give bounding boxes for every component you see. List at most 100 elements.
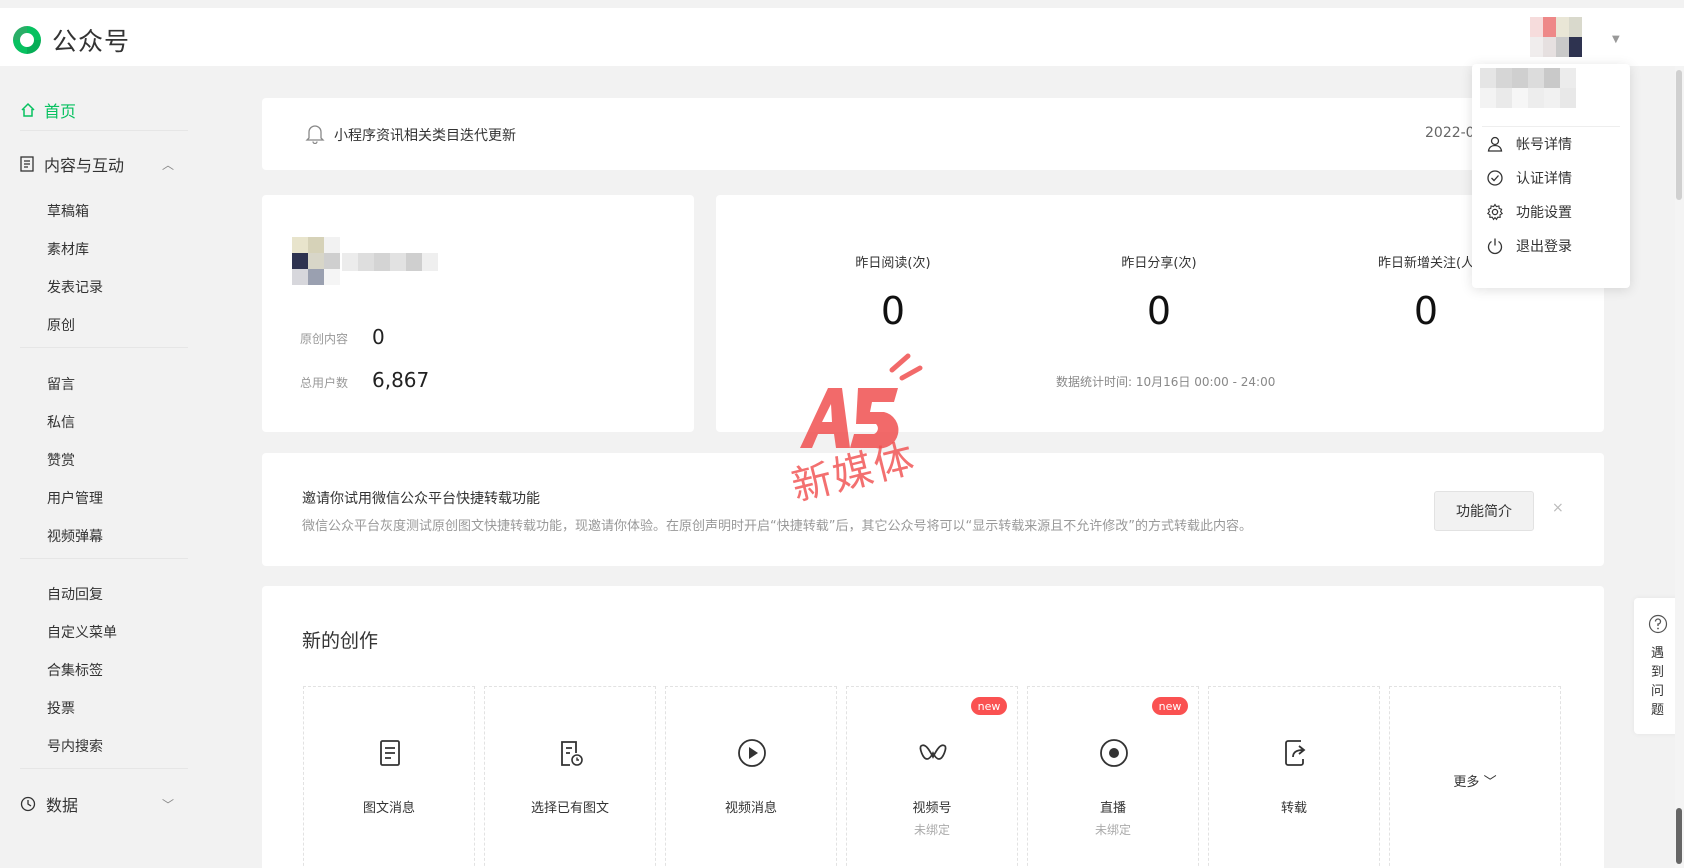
repost-tile[interactable]: 转载 — [1208, 686, 1380, 868]
sidebar-item-rewards[interactable]: 赞赏 — [47, 450, 75, 470]
sidebar-item-original[interactable]: 原创 — [47, 315, 75, 335]
menu-item-label: 功能设置 — [1516, 205, 1572, 221]
chevron-down-icon[interactable]: ▼ — [1612, 34, 1620, 45]
tile-label: 转载 — [1280, 801, 1307, 816]
help-label: 遇到问题 — [1651, 646, 1665, 718]
more-toggle[interactable]: 更多 ﹀ — [1390, 771, 1560, 790]
home-icon — [21, 102, 35, 117]
sidebar-item-publish-records[interactable]: 发表记录 — [47, 277, 103, 297]
sidebar-item-users[interactable]: 用户管理 — [47, 488, 103, 508]
channels-tile[interactable]: new 视频号 未绑定 — [846, 686, 1018, 868]
play-icon — [738, 739, 766, 767]
tile-label: 视频号 — [912, 801, 952, 816]
new-creation-card: 新的创作 图文消息 选择已有图文 视频消息 new 视频号 未绑定 new 直播… — [262, 586, 1604, 868]
account-dropdown-menu: 帐号详情 认证详情 功能设置 退出登录 — [1472, 64, 1630, 288]
section-title: 新的创作 — [302, 630, 379, 652]
tile-status: 未绑定 — [913, 823, 950, 837]
article-icon — [380, 740, 400, 766]
sidebar-item-collection-tags[interactable]: 合集标签 — [47, 660, 103, 680]
sidebar: 首页 内容与互动 ︿ 草稿箱 素材库 发表记录 原创 留言 私信 赞赏 用户管理… — [0, 66, 220, 868]
stat-value: 0 — [1146, 289, 1172, 333]
stat-label: 昨日阅读(次) — [855, 256, 931, 271]
close-icon[interactable]: × — [1552, 500, 1564, 516]
chevron-up-icon[interactable]: ︿ — [162, 156, 174, 173]
check-circle-icon — [1487, 170, 1503, 186]
original-content-value: 0 — [372, 325, 385, 349]
document-icon — [20, 156, 34, 172]
question-icon — [1648, 614, 1668, 634]
divider — [1482, 126, 1620, 127]
sidebar-item-home[interactable]: 首页 — [20, 98, 76, 122]
notice-text[interactable]: 小程序资讯相关类目迭代更新 — [334, 125, 516, 145]
tile-status: 未绑定 — [1094, 823, 1131, 837]
more-tile[interactable]: 更多 ﹀ — [1389, 686, 1561, 868]
scrollbar-thumb-secondary[interactable] — [1676, 808, 1682, 864]
divider — [20, 130, 188, 131]
feature-intro-button[interactable]: 功能简介 — [1434, 491, 1534, 531]
tile-label: 直播 — [1099, 801, 1126, 816]
sidebar-item-materials[interactable]: 素材库 — [47, 239, 89, 259]
notice-date: 2022-0 — [1425, 125, 1475, 141]
live-tile[interactable]: new 直播 未绑定 — [1027, 686, 1199, 868]
menu-item-feature-settings[interactable]: 功能设置 — [1486, 202, 1572, 222]
sidebar-item-drafts[interactable]: 草稿箱 — [47, 201, 89, 221]
power-icon — [1487, 238, 1503, 255]
account-summary-card: 原创内容 0 总用户数 6,867 — [262, 195, 694, 432]
menu-item-account-details[interactable]: 帐号详情 — [1486, 134, 1572, 154]
bell-icon — [305, 125, 325, 144]
user-icon — [1487, 136, 1503, 152]
select-existing-article-tile[interactable]: 选择已有图文 — [484, 686, 656, 868]
account-name-blurred — [342, 253, 438, 271]
sidebar-item-vote[interactable]: 投票 — [47, 698, 75, 718]
invite-title: 邀请你试用微信公众平台快捷转载功能 — [302, 491, 540, 507]
sidebar-item-video-danmaku[interactable]: 视频弹幕 — [47, 526, 103, 546]
logo[interactable]: 公众号 — [10, 22, 130, 58]
menu-item-verification[interactable]: 认证详情 — [1486, 168, 1572, 188]
channels-icon — [919, 744, 947, 760]
existing-article-icon — [561, 741, 583, 766]
menu-item-logout[interactable]: 退出登录 — [1486, 236, 1572, 256]
sidebar-item-custom-menu[interactable]: 自定义菜单 — [47, 622, 117, 642]
new-badge: new — [1152, 697, 1188, 715]
total-users-label: 总用户数 — [300, 376, 349, 390]
stat-value: 0 — [1413, 289, 1439, 333]
total-users-value: 6,867 — [372, 368, 430, 392]
divider — [20, 768, 188, 769]
sidebar-section-data[interactable]: 数据 ﹀ — [20, 792, 180, 816]
menu-item-label: 认证详情 — [1516, 171, 1572, 187]
sidebar-item-search[interactable]: 号内搜索 — [47, 736, 103, 756]
new-badge: new — [971, 697, 1007, 715]
stat-label: 昨日分享(次) — [1121, 256, 1197, 271]
creation-tiles: 图文消息 选择已有图文 视频消息 new 视频号 未绑定 new 直播 未绑定 … — [303, 686, 1561, 868]
sidebar-item-messages[interactable]: 私信 — [47, 412, 75, 432]
original-content-label: 原创内容 — [300, 332, 349, 346]
menu-item-label: 帐号详情 — [1516, 137, 1572, 153]
scrollbar-thumb[interactable] — [1676, 70, 1682, 200]
sidebar-item-auto-reply[interactable]: 自动回复 — [47, 584, 103, 604]
more-label: 更多 — [1453, 775, 1480, 790]
data-clock-icon — [20, 796, 36, 812]
divider — [20, 347, 188, 348]
chevron-down-icon: ﹀ — [1483, 775, 1497, 790]
invite-description: 微信公众平台灰度测试原创图文快捷转载功能，现邀请你体验。在原创声明时开启“快捷转… — [302, 519, 1252, 534]
top-bar: 公众号 ▼ — [0, 0, 1684, 66]
create-video-tile[interactable]: 视频消息 — [665, 686, 837, 868]
stat-shares[interactable]: 昨日分享(次) 0 — [1059, 252, 1259, 333]
stat-reads[interactable]: 昨日阅读(次) 0 — [793, 252, 993, 333]
create-article-tile[interactable]: 图文消息 — [303, 686, 475, 868]
sidebar-section-content[interactable]: 内容与互动 ︿ — [20, 152, 180, 176]
repost-icon — [1285, 740, 1306, 766]
chevron-down-icon[interactable]: ﹀ — [162, 796, 174, 813]
sidebar-section-label: 数据 — [46, 796, 79, 815]
tile-label: 图文消息 — [362, 801, 415, 816]
account-avatar — [292, 237, 340, 285]
account-avatar[interactable] — [1530, 17, 1584, 57]
stat-value: 0 — [880, 289, 906, 333]
sidebar-item-comments[interactable]: 留言 — [47, 374, 75, 394]
divider — [20, 558, 188, 559]
notice-bar[interactable]: 小程序资讯相关类目迭代更新 2022-0 — [262, 98, 1604, 170]
sidebar-item-label: 首页 — [44, 102, 77, 121]
live-icon — [1100, 739, 1128, 767]
app-title: 公众号 — [52, 27, 131, 56]
wechat-mp-logo-icon — [13, 26, 41, 54]
